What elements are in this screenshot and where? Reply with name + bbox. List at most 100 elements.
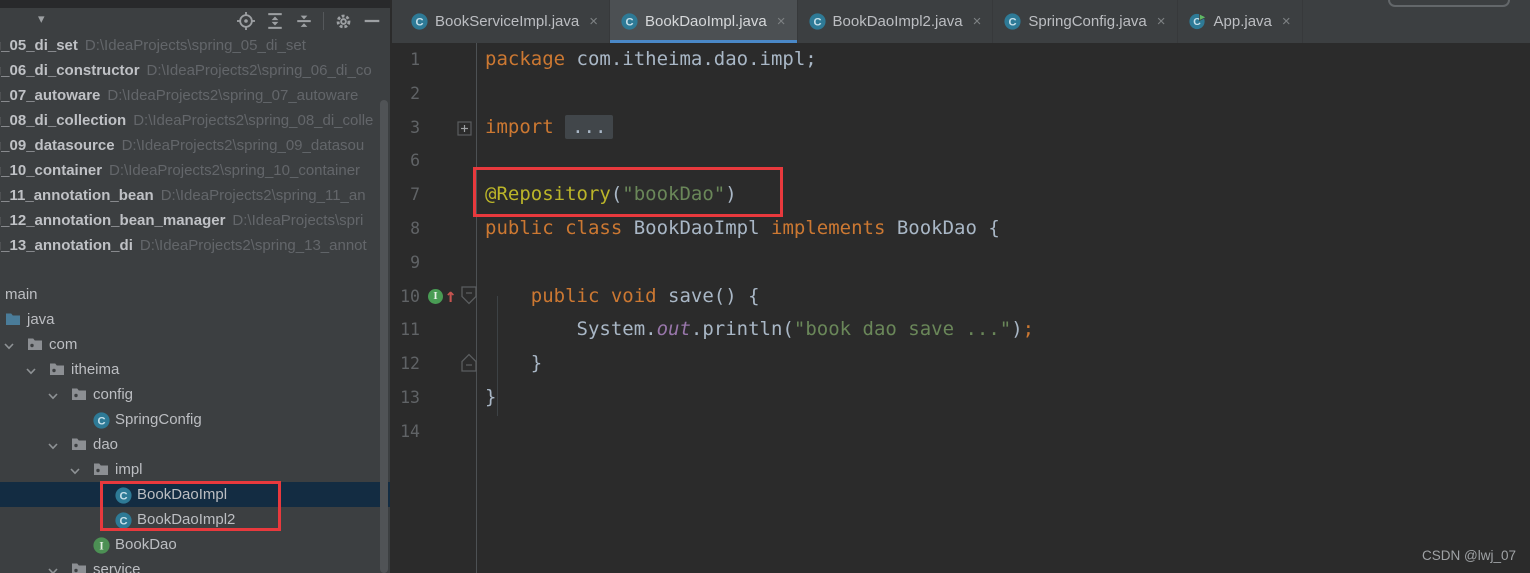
module-path: D:\IdeaProjects2\spring_09_datasou [121, 137, 365, 154]
module-path: D:\IdeaProjects2\spring_13_annot [139, 237, 367, 254]
close-icon[interactable]: × [777, 13, 786, 30]
chevron-down-icon[interactable] [69, 464, 81, 476]
project-module-row[interactable]: g_05_di_set D:\IdeaProjects\spring_05_di_… [0, 33, 390, 58]
line-number: 8 [410, 218, 420, 238]
module-name: g_06_di_constructor [0, 62, 140, 79]
tab-springconfig-java[interactable]: C SpringConfig.java × [993, 0, 1178, 43]
project-module-row[interactable]: g_08_di_collection D:\IdeaProjects2\sprin… [0, 108, 390, 133]
tree-item-bookdao[interactable]: I BookDao [0, 532, 390, 557]
tree-item-label: impl [115, 461, 143, 478]
code-line-11: 11 System.out.println("book dao save ...… [392, 313, 1530, 347]
module-name: g_13_annotation_di [0, 237, 133, 254]
tree-item-java[interactable]: java [0, 307, 390, 332]
class-icon: C [1004, 13, 1021, 30]
expand-fold-icon[interactable] [457, 119, 472, 141]
tree-item-impl[interactable]: impl [0, 457, 390, 482]
tree-item-springconfig[interactable]: C SpringConfig [0, 407, 390, 432]
code-line-1: 1 package com.itheima.dao.impl; [392, 43, 1530, 77]
partial-control[interactable] [1388, 0, 1510, 7]
close-icon[interactable]: × [1282, 13, 1291, 30]
module-name: g_07_autoware [0, 87, 101, 104]
interface-icon: I [93, 537, 110, 554]
code-text: } [485, 352, 543, 375]
locate-file-icon[interactable] [236, 11, 256, 31]
close-icon[interactable]: × [589, 13, 598, 30]
expand-all-icon[interactable] [265, 11, 285, 31]
fold-region-end-icon[interactable] [460, 353, 478, 377]
tab-bookserviceimpl-java[interactable]: C BookServiceImpl.java × [400, 0, 610, 43]
chevron-down-icon[interactable] [25, 364, 37, 376]
tree-item-dao[interactable]: dao [0, 432, 390, 457]
close-icon[interactable]: × [973, 13, 982, 30]
tab-label: App.java [1213, 13, 1272, 30]
module-name: g_12_annotation_bean_manager [0, 212, 226, 229]
code-text: public class BookDaoImpl implements Book… [485, 216, 1000, 239]
line-number: 9 [410, 252, 420, 272]
svg-text:C: C [97, 415, 105, 427]
tree-item-main[interactable]: main [0, 282, 390, 307]
package-icon [27, 337, 43, 353]
module-name: g_08_di_collection [0, 112, 127, 129]
fold-region-start-icon[interactable] [460, 285, 478, 310]
project-module-row[interactable]: g_07_autoware D:\IdeaProjects2\spring_07_… [0, 83, 390, 108]
panel-top-strip [0, 0, 390, 8]
project-panel: ▾ g_05_di_set D:\IdeaProjects\spring_05_d… [0, 0, 390, 573]
folded-imports-region[interactable]: ... [565, 114, 614, 139]
hide-panel-icon[interactable] [362, 11, 382, 31]
code-line-6: 6 [392, 144, 1530, 178]
tab-bookdaoimpl2-java[interactable]: C BookDaoImpl2.java × [798, 0, 994, 43]
folder-java-icon [5, 312, 21, 328]
chevron-down-icon[interactable] [47, 564, 59, 573]
implements-marker-icon[interactable]: I [428, 288, 443, 304]
project-module-row[interactable]: g_10_container D:\IdeaProjects2\spring_10… [0, 158, 390, 183]
tab-label: BookDaoImpl2.java [832, 13, 963, 30]
module-name: g_11_annotation_bean [0, 187, 154, 204]
line-number: 14 [400, 421, 420, 441]
project-module-row[interactable]: g_11_annotation_bean D:\IdeaProjects2\spr… [0, 183, 390, 208]
tree-item-itheima[interactable]: itheima [0, 357, 390, 382]
scrollbar-thumb[interactable] [380, 100, 388, 573]
module-path: D:\IdeaProjects2\spring_11_an [160, 187, 366, 204]
tab-app-java[interactable]: C App.java × [1178, 0, 1303, 43]
project-module-row[interactable]: g_12_annotation_bean_manager D:\IdeaProje… [0, 208, 390, 233]
tree-item-label: BookDao [115, 536, 177, 553]
settings-gear-icon[interactable] [333, 11, 353, 31]
navigate-up-arrow-icon[interactable]: ↑ [445, 283, 456, 309]
tree-highlight-box [100, 481, 281, 531]
tree-item-label: dao [93, 436, 119, 453]
chevron-down-icon[interactable] [47, 389, 59, 401]
module-name: g_09_datasource [0, 137, 115, 154]
project-module-row[interactable]: g_13_annotation_di D:\IdeaProjects2\sprin… [0, 233, 390, 258]
project-toolbar: ▾ [0, 8, 390, 34]
svg-text:C: C [813, 16, 821, 28]
editor-tab-bar: C BookServiceImpl.java × C BookDaoImpl.java ×… [392, 0, 1530, 43]
package-icon [71, 437, 87, 453]
line-number: 3 [410, 117, 420, 137]
tab-label: BookDaoImpl.java [645, 13, 767, 30]
code-editor[interactable]: 1 package com.itheima.dao.impl; 2 3 import .… [392, 43, 1530, 573]
svg-text:C: C [415, 16, 423, 28]
code-text: @Repository("bookDao") [485, 183, 737, 206]
code-line-8: 8 public class BookDaoImpl implements Boo… [392, 212, 1530, 246]
project-module-row[interactable]: g_06_di_constructor D:\IdeaProjects2\spri… [0, 58, 390, 83]
package-icon [71, 387, 87, 403]
tree-item-label: config [93, 386, 134, 403]
chevron-down-icon[interactable] [3, 339, 15, 351]
close-icon[interactable]: × [1157, 13, 1166, 30]
module-path: D:\IdeaProjects2\spring_10_container [109, 162, 361, 179]
code-line-14: 14 [392, 415, 1530, 449]
module-name: g_10_container [0, 162, 103, 179]
tree-item-config[interactable]: config [0, 382, 390, 407]
project-module-row[interactable]: g_09_datasource D:\IdeaProjects2\spring_0… [0, 133, 390, 158]
tab-bookdaoimpl-java[interactable]: C BookDaoImpl.java × [610, 0, 798, 43]
tree-item-com[interactable]: com [0, 332, 390, 357]
chevron-down-icon[interactable] [47, 439, 59, 451]
line-number: 7 [410, 185, 420, 205]
chevron-down-icon[interactable]: ▾ [38, 11, 45, 27]
line-number: 12 [400, 354, 420, 374]
toolbar-separator [323, 12, 324, 30]
tree-item-service[interactable]: service [0, 557, 390, 573]
collapse-all-icon[interactable] [294, 11, 314, 31]
ide-window: ▾ g_05_di_set D:\IdeaProjects\spring_05_d… [0, 0, 1530, 573]
code-text: public void save() { [530, 284, 760, 307]
